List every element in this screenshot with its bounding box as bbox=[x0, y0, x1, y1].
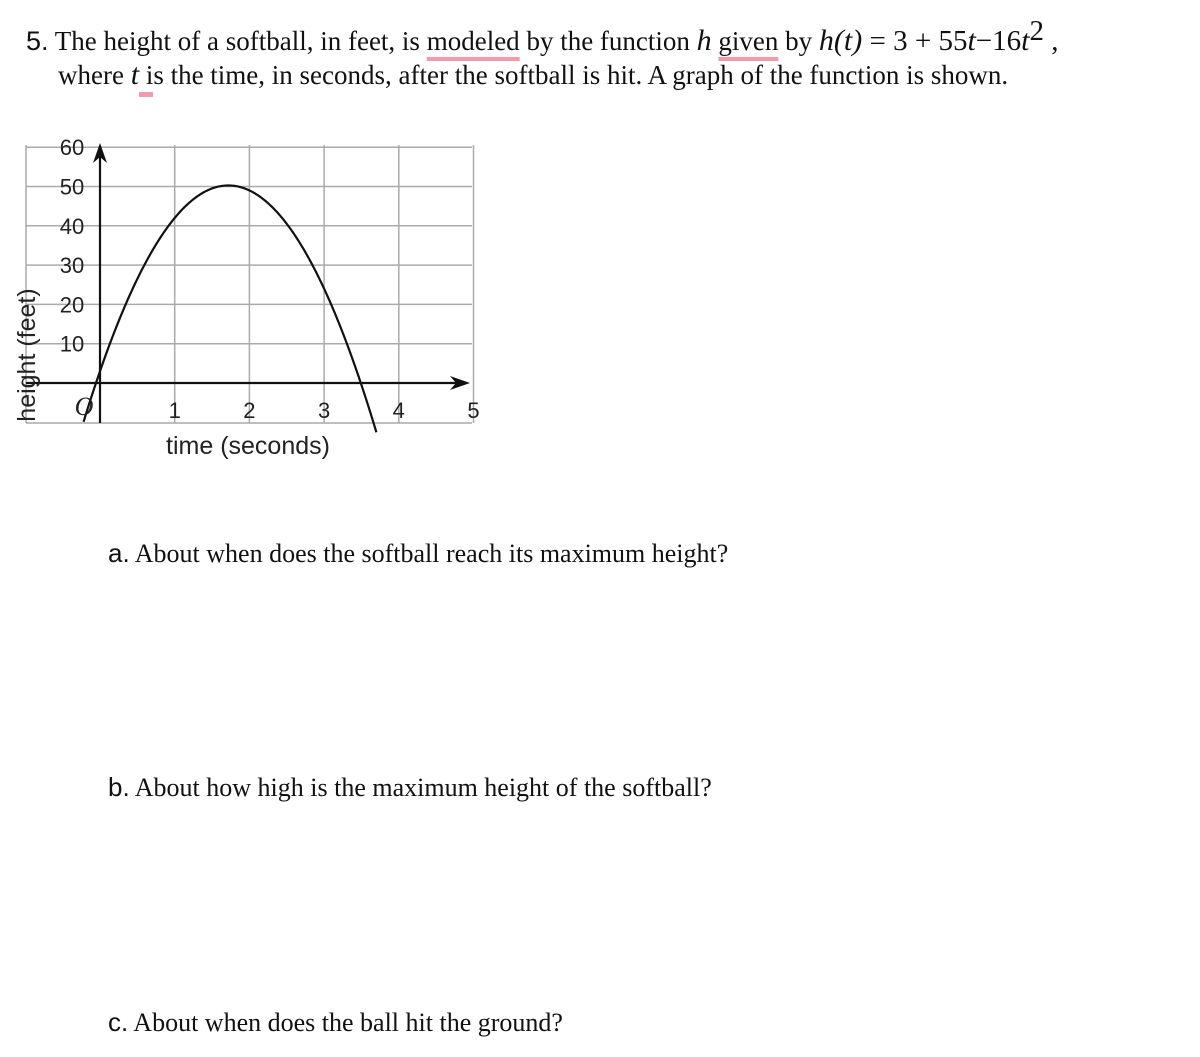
equation-comma: , bbox=[1044, 25, 1059, 57]
problem-text: The height of a softball, in feet, is bbox=[48, 26, 427, 56]
x-tick-label: 3 bbox=[318, 398, 330, 423]
curve-h-of-t bbox=[82, 184, 378, 433]
equation-exponent: 2 bbox=[1029, 15, 1045, 47]
axes bbox=[26, 143, 470, 423]
x-tick-label: 5 bbox=[467, 398, 479, 423]
problem-line-2: where t is the time, in seconds, after t… bbox=[58, 60, 1008, 90]
problem-text: by the function bbox=[519, 26, 697, 56]
equation-lhs: h(t) bbox=[818, 24, 863, 57]
problem-text: where bbox=[58, 60, 131, 90]
x-tick-label: 1 bbox=[169, 398, 181, 423]
problem-number: 5. bbox=[26, 26, 49, 56]
equation: h(t) = 3 + 55t−16t2 , bbox=[818, 17, 1059, 57]
x-tick-label: 2 bbox=[243, 398, 255, 423]
tick-labels: 10 20 30 40 50 60 1 2 3 4 5 O bbox=[60, 135, 480, 423]
question-text: About how high is the maximum height of … bbox=[129, 773, 712, 802]
question-letter: a. bbox=[108, 538, 130, 568]
question-a: a. About when does the softball reach it… bbox=[108, 538, 728, 569]
question-letter: b. bbox=[108, 772, 130, 802]
y-tick-label: 10 bbox=[60, 332, 84, 357]
spellcheck-word-given[interactable]: given bbox=[718, 26, 778, 56]
problem-line-1: 5. The height of a softball, in feet, is… bbox=[26, 17, 1059, 56]
equation-rhs-part: −16 bbox=[975, 25, 1022, 57]
equation-rhs-part: = 3 + 55 bbox=[862, 25, 968, 57]
problem-text: by bbox=[778, 26, 819, 56]
y-tick-label: 20 bbox=[60, 292, 84, 317]
height-time-graph: 10 20 30 40 50 60 1 2 3 4 5 O height (feet) time (s… bbox=[13, 135, 480, 460]
variable-t[interactable]: t bbox=[131, 58, 139, 91]
equation-var: t bbox=[967, 24, 976, 57]
x-axis-label: time (seconds) bbox=[166, 432, 330, 460]
grid bbox=[25, 145, 475, 424]
question-letter: c. bbox=[108, 1007, 129, 1037]
problem-text: is the time, in seconds, after the softb… bbox=[139, 60, 1009, 90]
y-axis-label: height (feet) bbox=[13, 288, 41, 421]
equation-var: t bbox=[1021, 24, 1030, 57]
question-c: c. About when does the ball hit the grou… bbox=[108, 1007, 563, 1038]
question-text: About when does the softball reach its m… bbox=[129, 539, 729, 568]
function-name: h bbox=[696, 24, 712, 57]
origin-label: O bbox=[75, 392, 94, 421]
question-b: b. About how high is the maximum height … bbox=[108, 772, 712, 803]
question-text: About when does the ball hit the ground? bbox=[128, 1008, 563, 1037]
y-tick-label: 30 bbox=[60, 253, 84, 278]
y-tick-label: 50 bbox=[60, 175, 84, 200]
spellcheck-mark-t bbox=[139, 92, 153, 97]
spellcheck-word-modeled[interactable]: modeled bbox=[427, 26, 520, 56]
x-tick-label: 4 bbox=[393, 398, 405, 423]
y-tick-label: 60 bbox=[60, 135, 84, 160]
y-tick-label: 40 bbox=[60, 214, 84, 239]
curve-group bbox=[82, 184, 378, 433]
